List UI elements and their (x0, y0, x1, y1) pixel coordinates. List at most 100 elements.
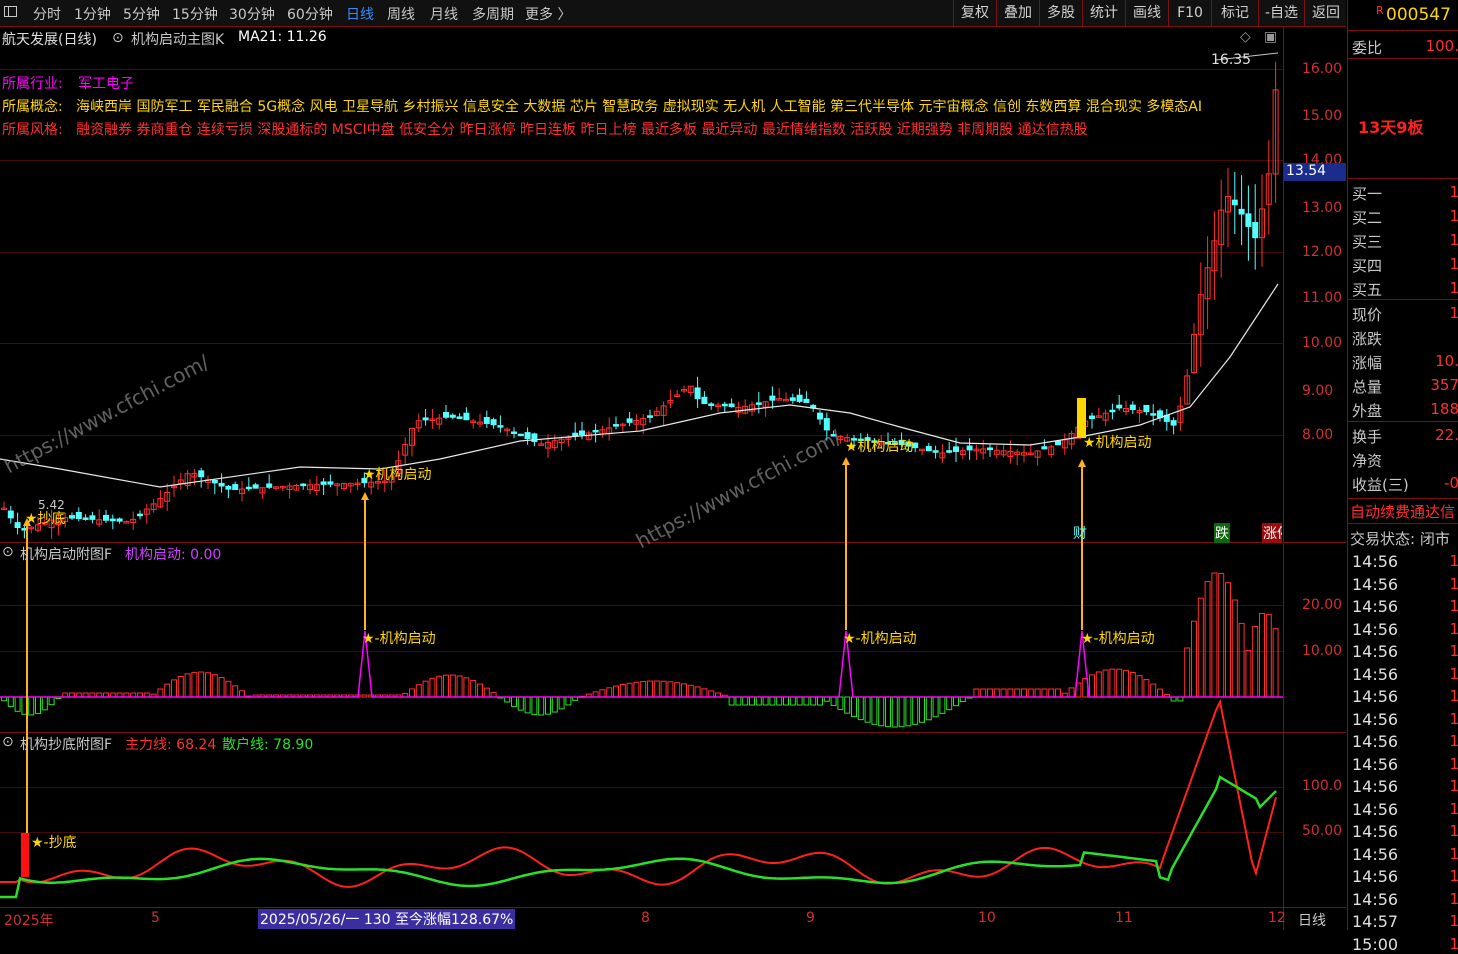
quote-label: 买四 (1352, 257, 1383, 275)
chart-area[interactable]: 航天发展(日线) ⊙ 机构启动主图K MA21: 11.26 ◇ ▣ 所属行业:… (0, 27, 1346, 930)
sub1-title[interactable]: 机构启动附图F (20, 544, 112, 564)
y-tick: 13.00 (1302, 200, 1343, 216)
sub2-gear-icon[interactable]: ⊙ (2, 734, 14, 750)
notice-link[interactable]: 自动续费通达信 (1350, 501, 1455, 522)
adjust-button[interactable]: 复权 (953, 0, 996, 26)
quote-value: 1 (1449, 255, 1458, 273)
ma21-line (0, 283, 1279, 488)
tick-price: 1 (1449, 777, 1458, 795)
period-toolbar: 分时 1分钟 5分钟 15分钟 30分钟 60分钟 日线 周线 月线 多周期 更… (0, 0, 1346, 27)
tick-price: 1 (1449, 642, 1458, 660)
sub1-gear-icon[interactable]: ⊙ (2, 544, 14, 560)
cursor-info: 2025/05/26/一 130 至今涨幅128.67% (258, 909, 516, 929)
x-axis-label: 9 (806, 910, 815, 926)
period-tab[interactable]: 1分钟 (74, 4, 111, 24)
period-tab[interactable]: 60分钟 (287, 4, 333, 24)
tick-time: 14:56 (1352, 799, 1399, 819)
r-marker: R (1376, 4, 1384, 17)
tick-time: 14:56 (1352, 642, 1399, 661)
quote-panel: R 000547 委比 100. 13天9板 买一 1 买二 1 买三 1 买四 1 买五 1 现… (1347, 0, 1458, 954)
tick-price: 1 (1449, 889, 1458, 908)
tick-time: 14:56 (1352, 889, 1399, 909)
more-periods-button[interactable]: 更多 〉 (525, 4, 571, 24)
drop-badge: 跌 (1214, 523, 1230, 543)
sub2-title[interactable]: 机构抄底附图F (20, 734, 112, 754)
statistics-button[interactable]: 统计 (1082, 0, 1125, 26)
period-tab-active[interactable]: 日线 (346, 4, 374, 24)
retail-line (0, 775, 1277, 899)
window-icon[interactable]: ▣ (1264, 29, 1277, 45)
period-tab[interactable]: 5分钟 (123, 4, 160, 24)
quote-label: 净资 (1352, 452, 1383, 470)
kline-plot (0, 52, 1283, 899)
tick-price: 1 (1449, 799, 1458, 818)
tick-time: 14:56 (1352, 844, 1399, 864)
quote-label: 总量 (1352, 378, 1383, 396)
x-axis-label: 11 (1115, 910, 1133, 926)
tick-price: 1 (1449, 664, 1458, 683)
tick-price: 1 (1449, 934, 1458, 953)
financial-badge: 财 (1073, 526, 1087, 542)
period-label: 日线 (1298, 913, 1326, 929)
y-tick: 16.00 (1302, 61, 1343, 77)
overlay-button[interactable]: 叠加 (996, 0, 1039, 26)
tick-time: 14:56 (1352, 552, 1399, 571)
f10-button[interactable]: F10 (1168, 0, 1211, 26)
settings-gear-icon[interactable]: ⊙ (112, 30, 124, 46)
x-axis-label: 2025年 (4, 913, 54, 929)
multi-stock-button[interactable]: 多股 (1039, 0, 1082, 26)
institution-start-signal: ★机构启动 (1083, 435, 1152, 451)
tick-time: 14:56 (1352, 619, 1399, 639)
quote-value: 1 (1449, 304, 1458, 322)
diamond-icon[interactable]: ◇ (1240, 29, 1251, 45)
tick-time: 14:56 (1352, 664, 1399, 684)
tick-price: 1 (1449, 687, 1458, 705)
current-price-marker: 13.54 (1284, 163, 1346, 181)
period-tab[interactable]: 30分钟 (229, 4, 275, 24)
quote-value: 1 (1449, 207, 1458, 225)
quote-label: 外盘 (1352, 402, 1383, 420)
layout-toggle-icon[interactable] (4, 6, 17, 17)
indicator-name[interactable]: 机构启动主图K (131, 29, 224, 49)
tick-price: 1 (1449, 912, 1458, 930)
tick-price: 1 (1449, 732, 1458, 750)
stock-code: 000547 (1386, 5, 1451, 25)
quote-label: 买二 (1352, 209, 1383, 227)
tick-price: 1 (1449, 709, 1458, 728)
quote-label: 涨跌 (1352, 330, 1383, 348)
tick-price: 1 (1449, 597, 1458, 615)
sub2-y-tick: 100.0 (1302, 778, 1343, 794)
period-tab[interactable]: 多周期 (472, 4, 514, 24)
quote-value: 357 (1430, 376, 1458, 394)
quote-label: 收益(三) (1352, 476, 1409, 494)
period-tab[interactable]: 15分钟 (172, 4, 218, 24)
sub1-histogram (1, 572, 1279, 728)
quote-label: 买三 (1352, 233, 1383, 251)
tick-time: 14:56 (1352, 822, 1399, 841)
sub2-y-tick: 50.00 (1302, 823, 1343, 839)
institution-start-signal: ★机构启动 (363, 467, 432, 483)
sub2-bottom-signal: ★-抄底 (31, 835, 77, 851)
ma-label: MA21: 11.26 (238, 29, 327, 45)
tick-time: 14:56 (1352, 777, 1399, 796)
quote-label: 买五 (1352, 281, 1383, 299)
watchlist-button[interactable]: -自选 (1258, 0, 1304, 26)
sub1-y-tick: 20.00 (1302, 597, 1343, 613)
high-price-label: 16.35 (1211, 52, 1252, 68)
low-price-label: 5.42 (38, 498, 65, 512)
mark-button[interactable]: 标记 (1211, 0, 1258, 26)
y-tick: 8.00 (1302, 427, 1334, 443)
retail-value: 散户线: 78.90 (222, 737, 314, 753)
period-tab[interactable]: 分时 (33, 4, 61, 24)
tick-time: 14:56 (1352, 574, 1399, 594)
period-tab[interactable]: 周线 (387, 4, 415, 24)
y-tick: 9.00 (1302, 383, 1334, 399)
back-button[interactable]: 返回 (1304, 0, 1347, 26)
concept-list: 海峡西岸 国防军工 军民融合 5G概念 风电 卫星导航 乡村振兴 信息安全 大数… (76, 99, 1203, 115)
main-force-line (0, 698, 1277, 888)
period-tab[interactable]: 月线 (430, 4, 458, 24)
draw-line-button[interactable]: 画线 (1125, 0, 1168, 26)
x-axis-label: 5 (151, 910, 160, 926)
tick-price: 1 (1449, 867, 1458, 885)
style-label: 所属风格: (2, 122, 63, 138)
